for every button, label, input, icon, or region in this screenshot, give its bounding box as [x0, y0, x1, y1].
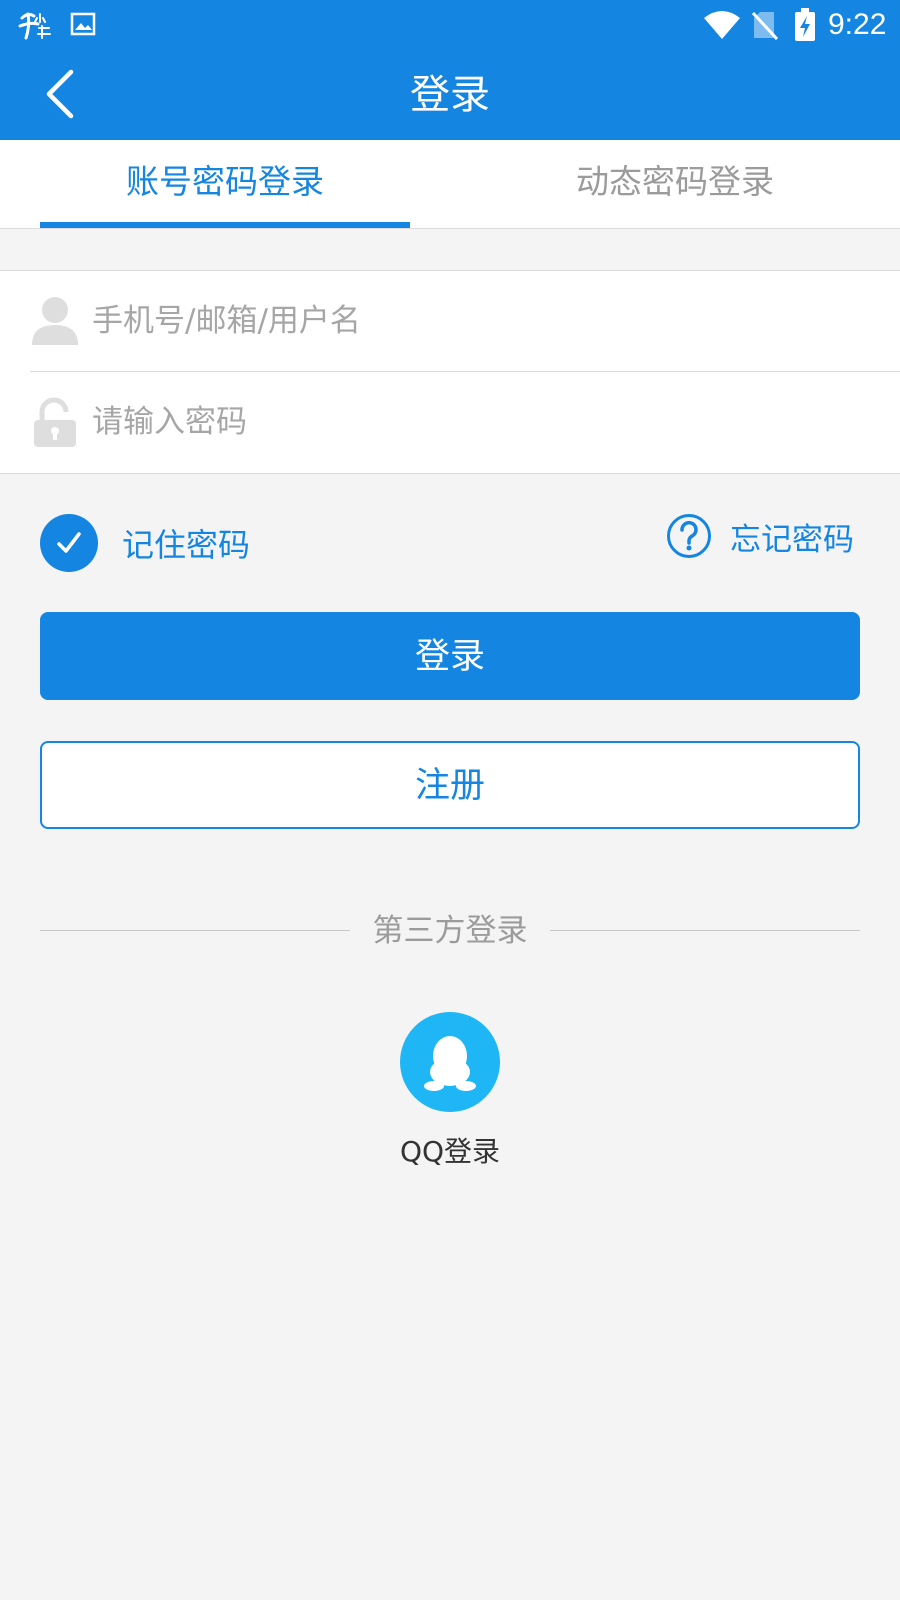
password-row: [30, 372, 900, 472]
app-bar: 登录: [0, 50, 900, 140]
checkmark-icon: [40, 514, 98, 572]
wifi-icon: [704, 11, 740, 39]
header-background: 9:22 登录: [0, 0, 900, 140]
forgot-password-link[interactable]: 忘记密码: [666, 512, 854, 560]
divider-left: [40, 930, 350, 931]
back-button[interactable]: [30, 62, 90, 126]
tab-account-password[interactable]: 账号密码登录: [0, 140, 450, 228]
no-sim-icon: [752, 11, 778, 40]
login-tabs: 账号密码登录 动态密码登录: [0, 140, 900, 229]
password-input[interactable]: [92, 392, 872, 452]
username-input[interactable]: [92, 291, 872, 351]
remember-password-checkbox[interactable]: 记住密码: [40, 514, 250, 572]
tab-dynamic-password[interactable]: 动态密码登录: [450, 140, 900, 228]
qq-penguin-icon: [424, 1036, 476, 1091]
qq-login-button[interactable]: [400, 1012, 500, 1112]
chevron-left-icon: [46, 69, 74, 119]
active-tab-indicator: [40, 222, 410, 228]
login-form: [0, 270, 900, 474]
image-icon: [70, 12, 96, 36]
register-button[interactable]: 注册: [40, 741, 860, 829]
login-button[interactable]: 登录: [40, 612, 860, 700]
question-circle-icon: [667, 514, 711, 558]
unlock-icon: [34, 397, 76, 447]
page-title: 登录: [410, 72, 490, 118]
remember-password-label: 记住密码: [122, 526, 251, 564]
battery-charging-icon: [795, 8, 815, 41]
third-party-login-title: 第三方登录: [372, 913, 528, 949]
status-bar: 9:22: [0, 0, 900, 50]
divider-right: [550, 930, 860, 931]
status-time: 9:22: [828, 8, 887, 41]
qq-login-label: QQ登录: [399, 1135, 501, 1168]
forgot-password-label: 忘记密码: [730, 521, 854, 558]
username-row: [30, 271, 900, 372]
app-logo-icon: [18, 12, 51, 40]
user-icon: [32, 297, 78, 345]
